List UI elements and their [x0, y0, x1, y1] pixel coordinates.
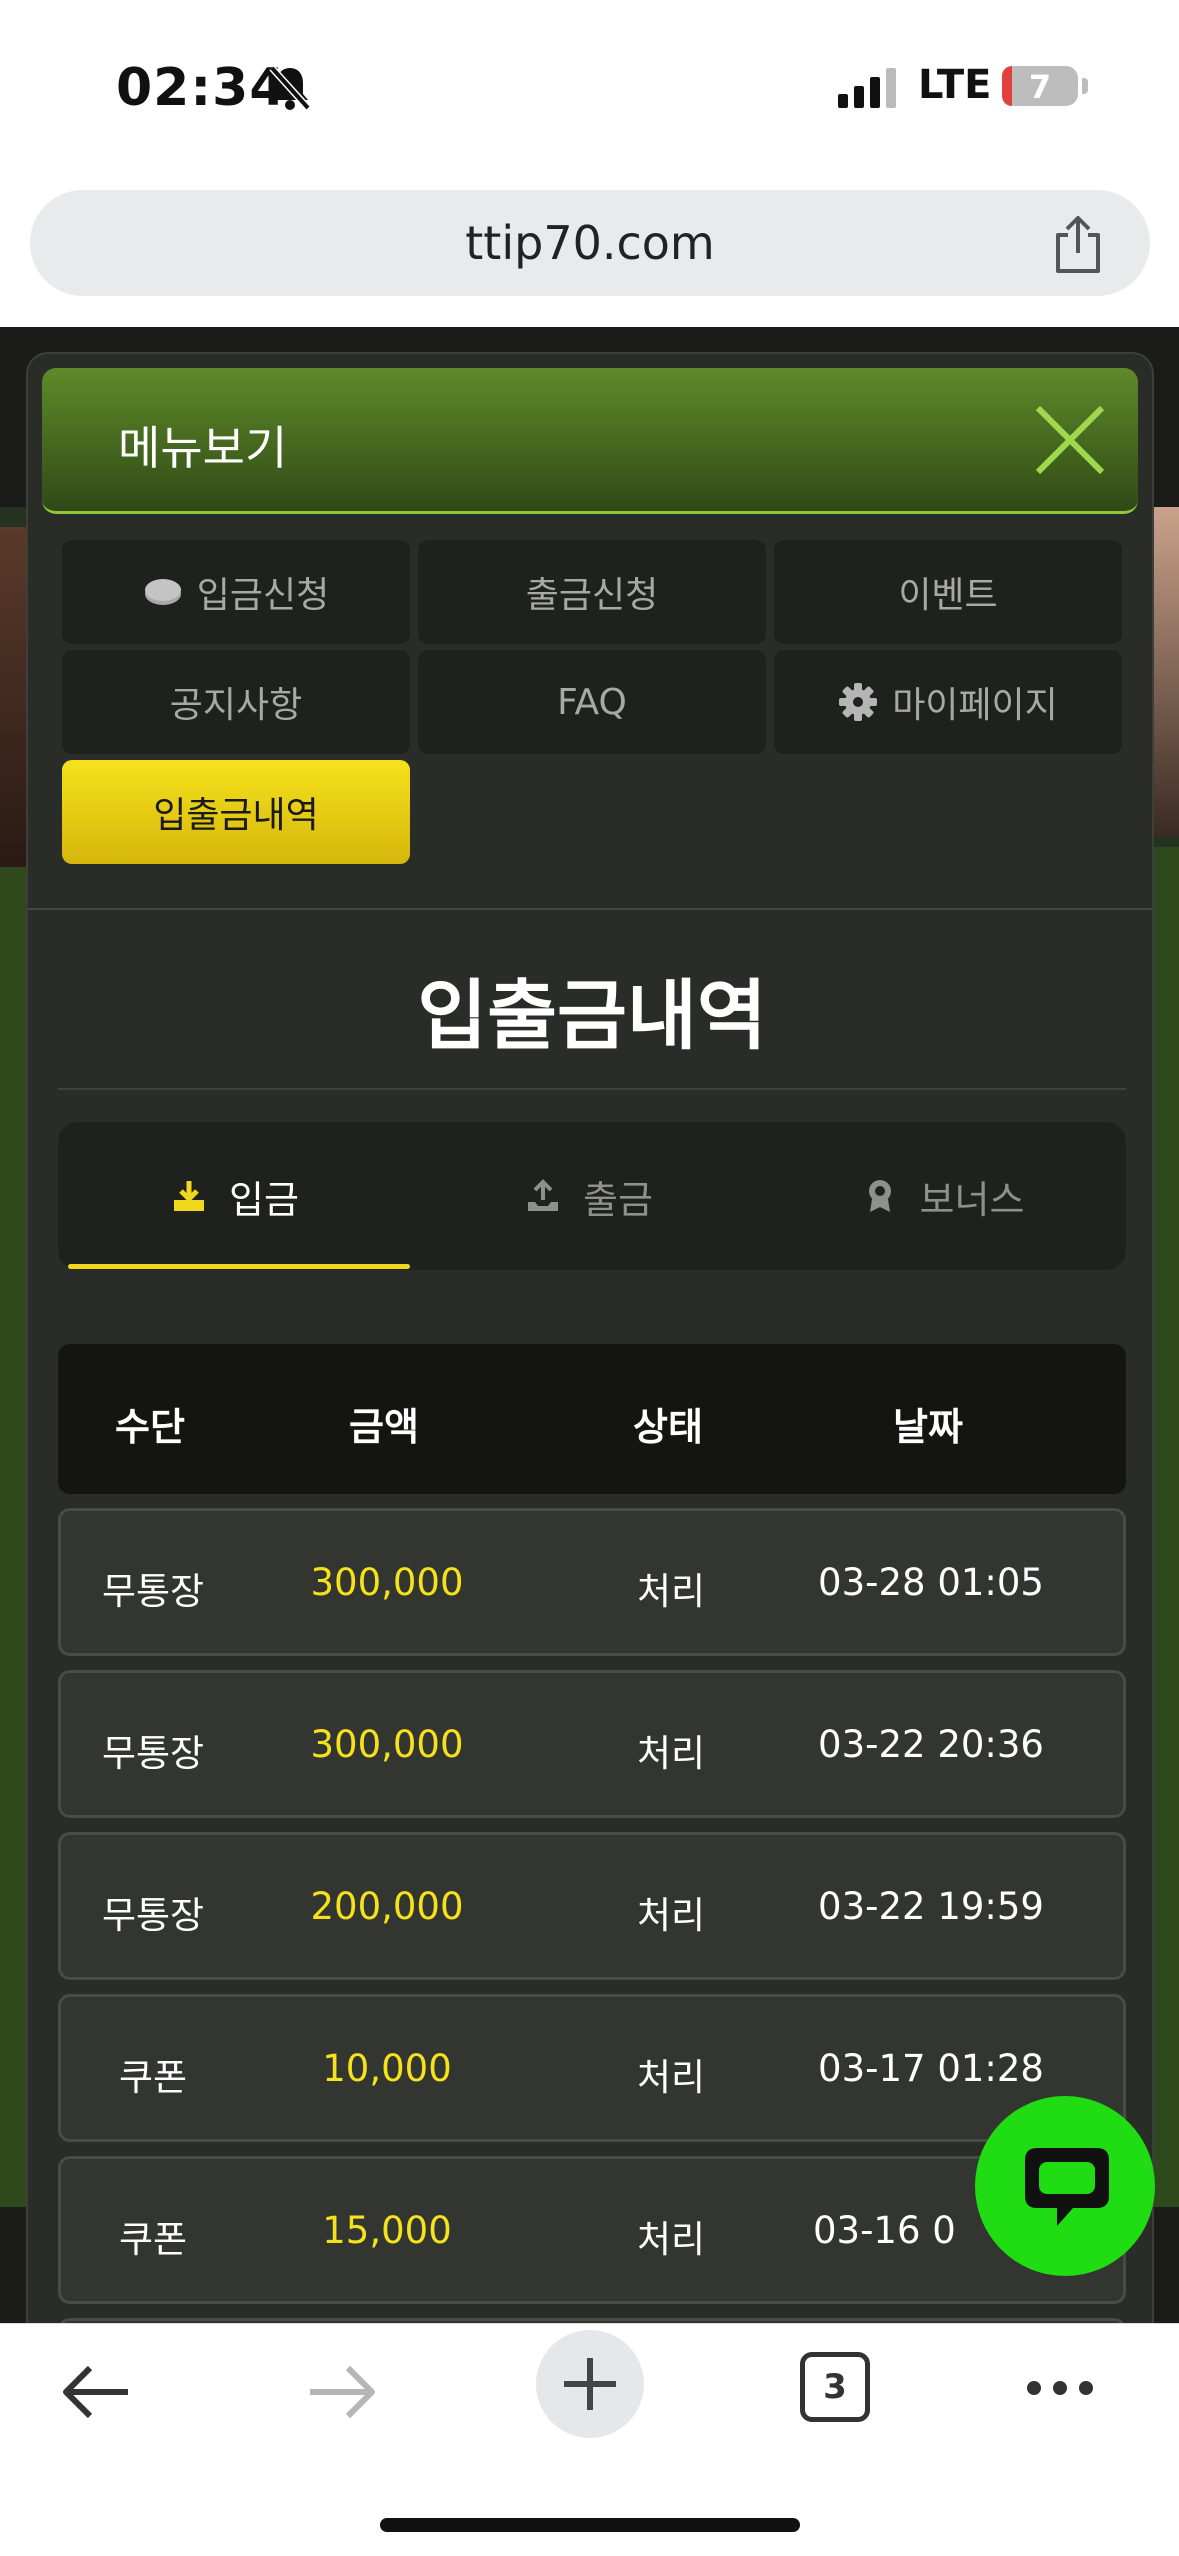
cell-amount: 200,000: [310, 1885, 464, 1928]
cell-amount: 300,000: [310, 1723, 464, 1766]
tab-count: 3: [823, 2367, 847, 2407]
menu-modal: 메뉴보기 입금신청 출금신청 이벤트 공지사항 FAQ 마이페이지 입출금내역 …: [26, 352, 1154, 2323]
cell-method: 무통장: [101, 1894, 205, 1937]
cell-status: 처리: [636, 1570, 706, 1613]
cell-date: 03-22 20:36: [818, 1723, 1044, 1766]
forward-arrow-icon[interactable]: [306, 2362, 378, 2422]
tab-label: 보너스: [919, 1177, 1025, 1222]
cell-status: 처리: [636, 2056, 706, 2099]
menu-withdraw-request[interactable]: 출금신청: [418, 540, 766, 644]
page-title: 입출금내역: [417, 971, 767, 1060]
divider: [28, 908, 1152, 910]
cell-method: 무통장: [101, 1732, 205, 1775]
table-row: 무통장 200,000 처리 03-22 19:59: [58, 1832, 1126, 1980]
menu-label: 공지사항: [169, 685, 303, 726]
column-status: 상태: [633, 1405, 703, 1449]
cell-method: 쿠폰: [118, 2218, 188, 2261]
status-time: 02:34: [116, 58, 287, 118]
tab-withdraw[interactable]: 출금: [412, 1122, 766, 1270]
cell-status: 처리: [636, 1732, 706, 1775]
menu-mypage[interactable]: 마이페이지: [774, 650, 1122, 754]
home-indicator: [380, 2518, 800, 2532]
close-icon[interactable]: [1032, 402, 1108, 478]
menu-label: 출금신청: [525, 575, 659, 616]
status-bar: 02:34 LTE 7: [0, 0, 1179, 170]
background-green-left: [0, 847, 26, 2207]
menu-transaction-history[interactable]: 입출금내역: [62, 760, 410, 864]
cell-method: 쿠폰: [118, 2056, 188, 2099]
menu-faq[interactable]: FAQ: [418, 650, 766, 754]
battery-icon: 7: [1002, 66, 1078, 106]
menu-deposit-request[interactable]: 입금신청: [62, 540, 410, 644]
tab-deposit[interactable]: 입금: [58, 1122, 412, 1270]
cell-method: 무통장: [101, 1570, 205, 1613]
upload-icon: [528, 1179, 559, 1211]
cell-date: 03-28 01:05: [818, 1561, 1044, 1604]
menu-label: FAQ: [557, 681, 627, 723]
table-row: 쿠폰 10,000 처리 03-17 01:28: [58, 1994, 1126, 2142]
table-row: 무통장 300,000 처리 03-28 01:05: [58, 1508, 1126, 1656]
cell-amount: 15,000: [322, 2209, 452, 2252]
chat-bubble-icon[interactable]: [1017, 2138, 1117, 2238]
cell-amount: 300,000: [310, 1561, 464, 1604]
browser-page: 02:34 LTE 7 ttip70.com 메뉴보기 입금신청 출금신청 이벤…: [0, 0, 1179, 2556]
download-icon: [174, 1181, 205, 1211]
tab-bonus[interactable]: 보너스: [766, 1122, 1120, 1270]
cell-date: 03-22 19:59: [818, 1885, 1044, 1928]
menu-label: 입금신청: [196, 575, 330, 616]
cell-status: 처리: [636, 2218, 706, 2261]
plus-icon: [564, 2358, 616, 2410]
cell-status: 처리: [636, 1894, 706, 1937]
menu-label: 입출금내역: [153, 795, 319, 836]
background-green-right: [1154, 847, 1179, 2207]
battery-level: 7: [1028, 68, 1052, 106]
cell-amount: 10,000: [322, 2047, 452, 2090]
menu-label: 이벤트: [898, 575, 998, 616]
menu-notice[interactable]: 공지사항: [62, 650, 410, 754]
table-row: 쿠폰 15,000 처리 03-16 0: [58, 2156, 1126, 2304]
url-bar[interactable]: ttip70.com: [30, 190, 1150, 296]
gear-icon: [839, 683, 878, 721]
coin-icon: [144, 579, 181, 605]
cell-date: 03-17 01:28: [818, 2047, 1044, 2090]
active-tab-indicator: [68, 1264, 410, 1269]
column-method: 수단: [115, 1405, 185, 1449]
tabs-button[interactable]: 3: [800, 2352, 870, 2422]
url-text[interactable]: ttip70.com: [30, 216, 1150, 270]
award-icon: [868, 1180, 891, 1212]
column-date: 날짜: [893, 1405, 963, 1449]
more-icon[interactable]: [1024, 2376, 1096, 2400]
menu-event[interactable]: 이벤트: [774, 540, 1122, 644]
modal-header: 메뉴보기: [42, 368, 1138, 514]
background-image-right: [1154, 507, 1179, 837]
share-icon[interactable]: [1050, 215, 1106, 275]
battery-tip: [1082, 78, 1088, 94]
bell-muted-icon: [269, 65, 311, 111]
table-row: 무통장 300,000 처리 03-22 20:36: [58, 1670, 1126, 1818]
new-tab-button[interactable]: [536, 2330, 644, 2438]
divider: [58, 1088, 1126, 1090]
web-content: 메뉴보기 입금신청 출금신청 이벤트 공지사항 FAQ 마이페이지 입출금내역 …: [0, 327, 1179, 2323]
tab-label: 출금: [583, 1177, 653, 1222]
table-header: 수단 금액 상태 날짜: [58, 1344, 1126, 1494]
network-type: LTE: [918, 62, 992, 108]
background-image-left: [0, 527, 26, 867]
history-tabs: 입금 출금 보너스: [58, 1122, 1126, 1270]
signal-icon: [838, 68, 896, 108]
menu-label: 마이페이지: [892, 685, 1058, 726]
modal-title: 메뉴보기: [118, 421, 288, 475]
back-arrow-icon[interactable]: [60, 2362, 132, 2422]
column-amount: 금액: [349, 1405, 419, 1449]
tab-label: 입금: [229, 1177, 299, 1222]
